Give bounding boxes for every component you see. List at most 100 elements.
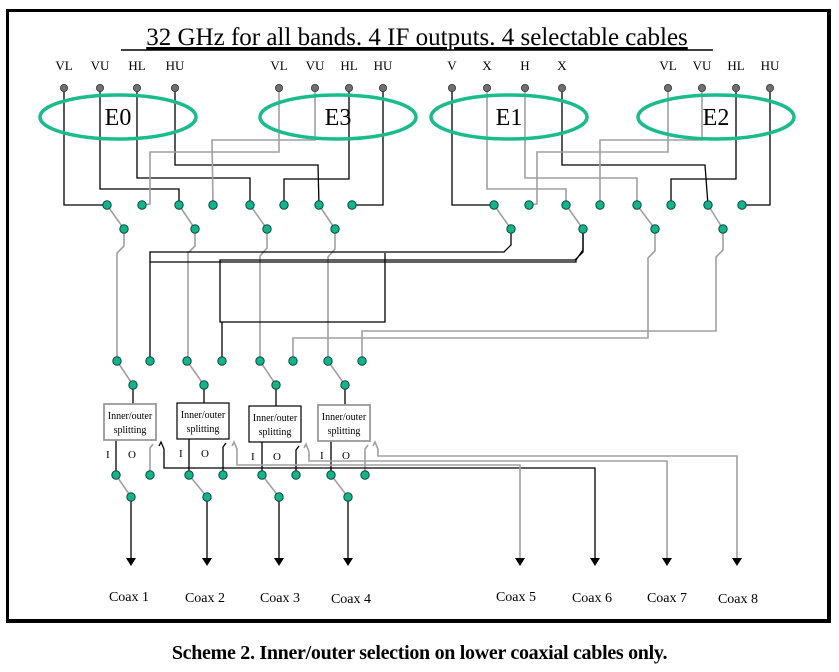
wire: [219, 229, 584, 323]
splitter-label: splitting: [328, 426, 361, 437]
output-switch-contact: [288, 356, 298, 366]
switch-common-node: [718, 224, 728, 234]
wire: [303, 442, 668, 560]
input-switch-contact: [666, 200, 676, 210]
port-label: HL: [727, 58, 744, 73]
wire: [352, 88, 384, 206]
port-label: HU: [761, 58, 780, 73]
port-pin: [447, 84, 456, 93]
outer-port-label: O: [201, 448, 209, 460]
input-switch-contact: [245, 200, 255, 210]
port-pin: [766, 84, 775, 93]
splitter-label: Inner/outer: [181, 410, 226, 421]
switch-common-node: [650, 224, 660, 234]
coax-switch-contact: [257, 470, 267, 480]
input-switch-contact: [489, 200, 499, 210]
port-pin: [132, 84, 141, 93]
splitter-label: Inner/outer: [322, 412, 367, 423]
port-pin: [732, 84, 741, 93]
output-switch-contact: [217, 356, 227, 366]
port-pin: [96, 84, 105, 93]
splitter-label: splitting: [114, 425, 147, 436]
coax-switch-contact: [111, 470, 121, 480]
inner-port-label: I: [106, 449, 110, 461]
wire: [116, 229, 125, 361]
coax-label: Coax 8: [718, 592, 758, 607]
switch-common-node: [330, 224, 340, 234]
receiver-label-e0: E0: [105, 105, 132, 131]
coax-label: Coax 6: [572, 591, 612, 606]
wire: [259, 229, 268, 361]
switch-common-node: [578, 224, 588, 234]
coax-switch-contact: [145, 470, 155, 480]
input-switch-contact: [208, 200, 218, 210]
splitter-label: splitting: [187, 424, 220, 435]
output-switch-contact: [182, 356, 192, 366]
switch-common-node: [199, 380, 209, 390]
port-pin: [274, 84, 283, 93]
wire: [158, 440, 596, 560]
port-pin: [170, 84, 179, 93]
switch-common-node: [271, 380, 281, 390]
port-label: VL: [55, 58, 72, 73]
input-switch-contact: [703, 200, 713, 210]
input-switch-contact: [561, 200, 571, 210]
port-pin: [664, 84, 673, 93]
coax-switch-contact: [218, 470, 228, 480]
coax-arrow: [732, 558, 742, 566]
switch-common-node: [128, 380, 138, 390]
output-switch-contact: [145, 356, 155, 366]
input-switch-contact: [102, 200, 112, 210]
wire: [136, 88, 251, 205]
output-switch-contact: [323, 356, 333, 366]
port-pin: [310, 84, 319, 93]
wire: [149, 229, 512, 361]
wire: [361, 229, 724, 361]
input-switch-contact: [524, 200, 534, 210]
input-switch-contact: [137, 200, 147, 210]
coax-label: Coax 3: [260, 591, 300, 606]
port-pin: [482, 84, 491, 93]
wires: [63, 88, 771, 560]
input-switch-contact: [595, 200, 605, 210]
port-label: X: [557, 58, 567, 73]
switch-common-node: [343, 492, 353, 502]
wire: [327, 229, 336, 361]
input-switch-contact: [347, 200, 357, 210]
input-switch-contact: [279, 200, 289, 210]
input-switch-contact: [737, 200, 747, 210]
port-pin: [60, 84, 69, 93]
outer-output-wire: [222, 442, 227, 475]
port-label: VL: [659, 58, 676, 73]
port-label: VU: [306, 58, 325, 73]
switch-common-node: [274, 492, 284, 502]
port-label: VL: [270, 58, 287, 73]
port-label: HU: [374, 58, 393, 73]
port-pin: [698, 84, 707, 93]
output-switch-contact: [112, 356, 122, 366]
figure-caption: Scheme 2. Inner/outer selection on lower…: [171, 642, 668, 664]
input-switch-contact: [314, 200, 324, 210]
coax-label: Coax 2: [185, 591, 225, 606]
wire: [141, 88, 280, 206]
coax-label: Coax 5: [496, 590, 536, 605]
coax-switch-contact: [184, 470, 194, 480]
coax-arrow: [515, 558, 525, 566]
coax-label: Coax 1: [109, 590, 149, 605]
coax-label: Coax 7: [647, 591, 687, 606]
port-label: HU: [166, 58, 185, 73]
port-label: HL: [340, 58, 357, 73]
outer-port-label: O: [342, 450, 350, 462]
port-label: H: [520, 58, 529, 73]
coax-arrow: [590, 558, 600, 566]
outer-port-label: O: [273, 451, 281, 463]
splitter-label: Inner/outer: [108, 411, 153, 422]
switch-common-node: [119, 224, 129, 234]
receiver-label-e1: E1: [496, 105, 523, 131]
output-switch-contact: [255, 356, 265, 366]
port-pin: [521, 84, 530, 93]
coax-arrow: [274, 558, 284, 566]
port-pin: [558, 84, 567, 93]
input-switch-contact: [632, 200, 642, 210]
coax-label: Coax 4: [331, 592, 371, 607]
